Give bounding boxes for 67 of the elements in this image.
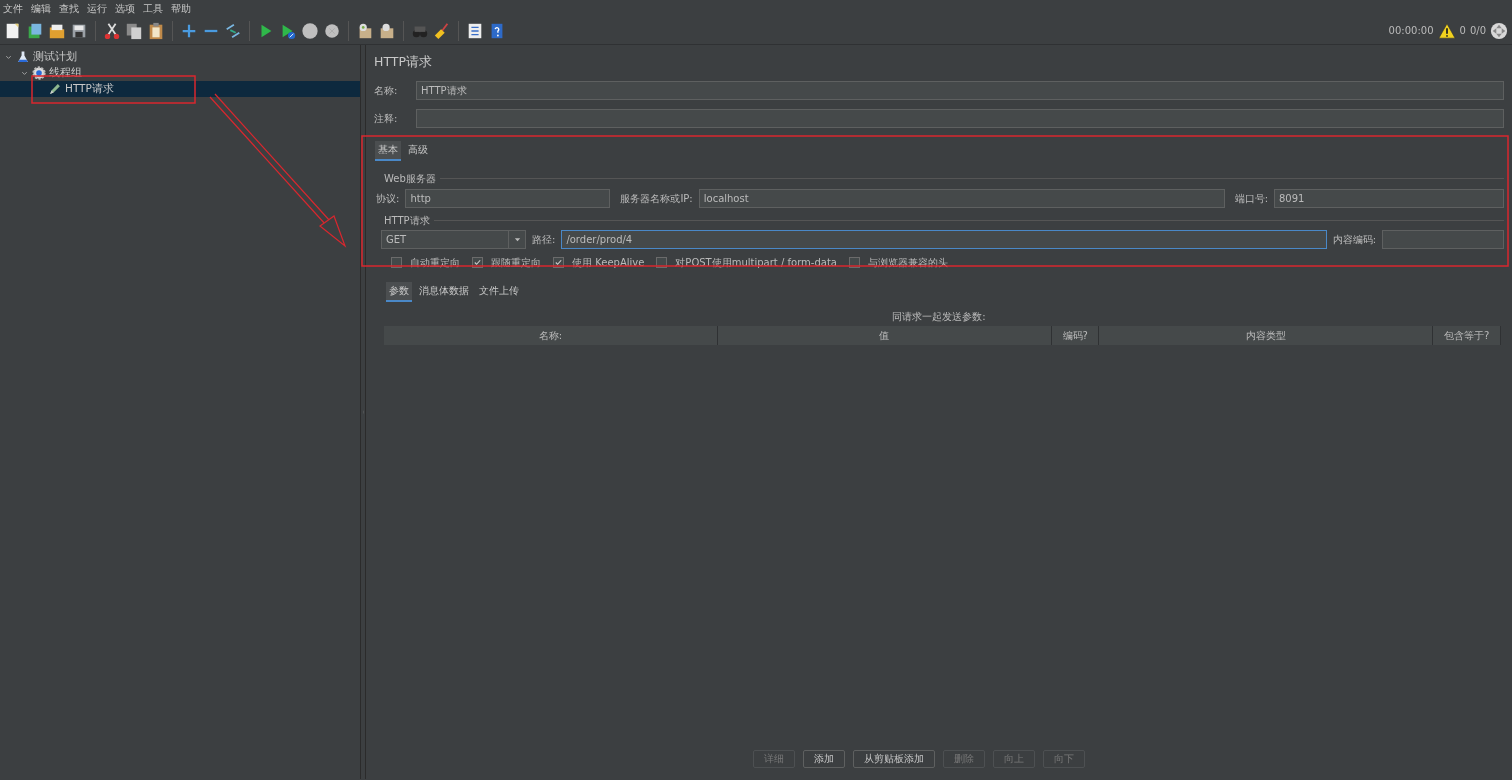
text-field[interactable]: http — [405, 188, 611, 208]
broom-icon[interactable] — [433, 21, 451, 40]
method-dropdown[interactable]: GET — [381, 229, 526, 249]
menu-item[interactable]: 工具 — [143, 1, 163, 16]
tab[interactable]: 高级 — [405, 140, 431, 161]
field-label: 端口号: — [1234, 191, 1268, 206]
warning-icon[interactable] — [1437, 21, 1456, 40]
tab[interactable]: 基本 — [375, 140, 401, 161]
shutdown-icon[interactable] — [323, 21, 341, 40]
column-header[interactable]: 内容类型 — [1099, 325, 1434, 345]
paste-icon[interactable] — [147, 21, 165, 40]
encoding-field[interactable] — [1382, 229, 1504, 249]
checkbox-label: 自动重定向 — [410, 255, 460, 270]
field-label: 内容编码: — [1332, 232, 1376, 247]
flask-icon — [16, 50, 30, 64]
menu-item[interactable]: 运行 — [87, 1, 107, 16]
name-field[interactable]: HTTP请求 — [416, 80, 1504, 100]
field-label: 路径: — [532, 232, 556, 247]
checkbox[interactable] — [848, 256, 860, 268]
thread-count: 0/0 — [1469, 24, 1486, 38]
column-header[interactable]: 包含等于? — [1433, 325, 1501, 345]
column-header[interactable]: 名称: — [384, 325, 718, 345]
comment-field[interactable] — [416, 108, 1504, 128]
tab[interactable]: 消息体数据 — [416, 281, 472, 302]
tab[interactable]: 文件上传 — [476, 281, 522, 302]
action-button[interactable]: 添加 — [803, 750, 845, 768]
menu-item[interactable]: 查找 — [59, 1, 79, 16]
menu-item[interactable]: 帮助 — [171, 1, 191, 16]
section-legend: Web服务器 — [374, 170, 1504, 186]
checkbox[interactable] — [391, 256, 402, 268]
checkbox-label: 与浏览器兼容的头 — [867, 255, 948, 270]
checkbox[interactable] — [656, 256, 668, 268]
field-label: 注释: — [374, 111, 399, 126]
error-count: 0 — [1459, 24, 1466, 38]
menu-item[interactable]: 编辑 — [31, 1, 51, 16]
field-label: 协议: — [376, 191, 400, 206]
list-icon[interactable] — [466, 21, 484, 40]
check-icon — [554, 257, 563, 267]
table-caption: 同请求一起发送参数: — [891, 309, 987, 324]
stop-icon[interactable] — [301, 21, 319, 40]
tree-item[interactable]: 线程组 — [0, 65, 360, 81]
section-legend: HTTP请求 — [374, 212, 1504, 228]
panel-title: HTTP请求 — [374, 53, 433, 71]
checkbox-label: 跟随重定向 — [491, 255, 541, 270]
check-icon — [473, 257, 482, 267]
cut-icon[interactable] — [103, 21, 121, 40]
text-field[interactable]: 8091 — [1274, 188, 1504, 208]
menu-item[interactable]: 文件 — [3, 1, 23, 16]
path-field[interactable]: /order/prod/4 — [561, 229, 1327, 249]
tab[interactable]: 参数 — [386, 281, 412, 302]
column-header[interactable]: 编码? — [1051, 325, 1100, 345]
elapsed-time: 00:00:00 — [1388, 24, 1434, 38]
copy-icon[interactable] — [125, 21, 143, 40]
tree-item[interactable]: HTTP请求 — [0, 81, 360, 97]
field-label: 服务器名称或IP: — [620, 191, 693, 206]
checkbox[interactable] — [472, 256, 483, 268]
action-button[interactable]: 从剪贴板添加 — [853, 750, 935, 768]
column-header[interactable]: 值 — [717, 325, 1052, 345]
text-field[interactable]: localhost — [698, 188, 1225, 208]
gear-icon — [32, 66, 46, 80]
checkbox-label: 使用 KeepAlive — [572, 255, 645, 270]
tree-item[interactable]: 测试计划 — [0, 49, 360, 65]
pencil-icon — [48, 82, 62, 96]
checkbox-label: 对POST使用multipart / form-data — [675, 255, 837, 270]
field-label: 名称: — [374, 83, 399, 98]
menu-item[interactable]: 选项 — [115, 1, 135, 16]
checkbox[interactable] — [553, 256, 564, 268]
